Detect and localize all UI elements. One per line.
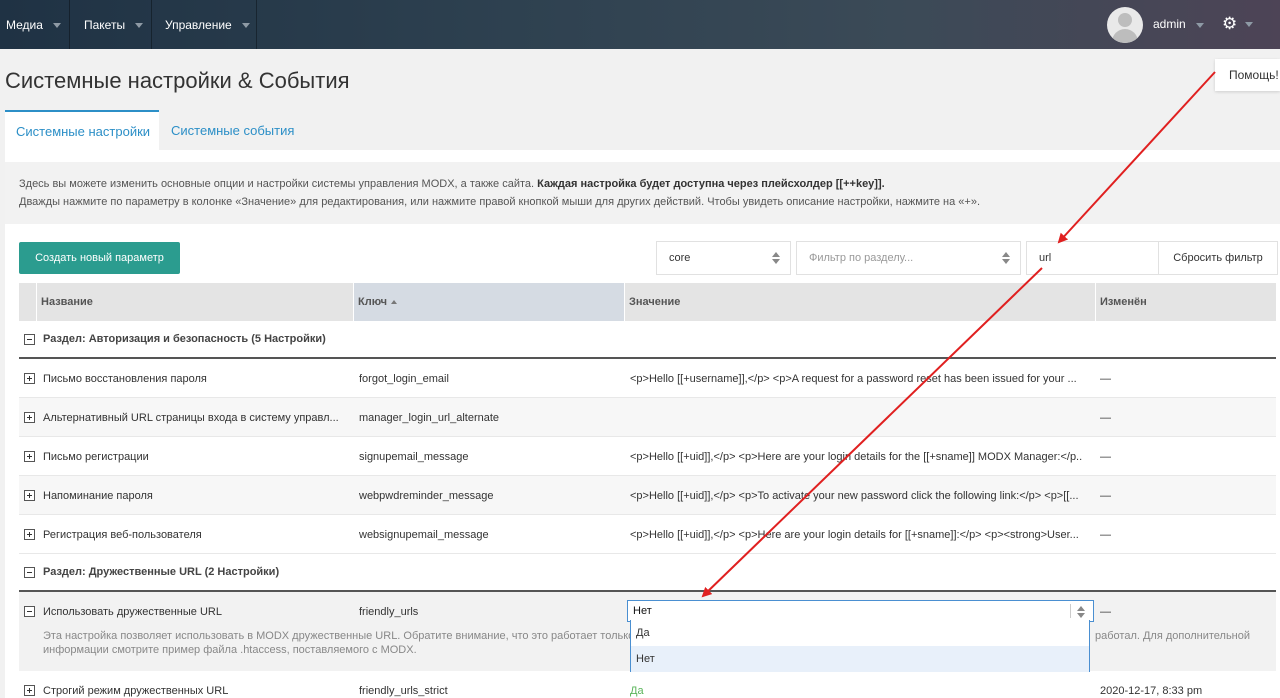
dropdown-option-no[interactable]: Нет [631,646,1089,672]
spinner-icon [1077,606,1085,618]
nav-manage[interactable]: Управление [152,0,257,49]
table-row[interactable]: Письмо восстановления пароля forgot_logi… [19,359,1276,398]
expand-icon[interactable] [24,373,35,384]
column-header-name[interactable]: Название [41,283,93,321]
tab-system-settings[interactable]: Системные настройки [5,110,159,150]
sort-asc-icon [391,300,398,304]
create-setting-button[interactable]: Создать новый параметр [19,242,180,274]
expand-icon[interactable] [24,451,35,462]
column-header-key[interactable]: Ключ [358,283,398,321]
collapse-icon[interactable] [24,566,35,578]
user-name: admin [1153,17,1186,31]
dropdown-option-yes[interactable]: Да [631,620,1089,646]
namespace-filter-value: core [669,252,691,264]
collapse-icon[interactable] [24,606,35,617]
area-filter-placeholder: Фильтр по разделу... [809,252,914,264]
avatar[interactable] [1107,7,1143,43]
nav-manage-label: Управление [165,17,232,32]
page-title: Системные настройки & События [5,68,350,93]
reset-filter-button[interactable]: Сбросить фильтр [1158,241,1278,275]
namespace-filter[interactable]: core [656,241,791,275]
chevron-down-icon [1195,22,1204,28]
spinner-icon [772,252,780,264]
search-input-value: url [1039,252,1052,264]
nav-media-label: Медиа [6,17,43,32]
setting-description-tail: работал. Для дополнительной [1095,630,1251,642]
top-navigation-bar: Медиа Пакеты Управление admin ⚙ [0,0,1280,49]
group-header[interactable]: Раздел: Дружественные URL (2 Настройки) [19,554,1276,592]
value-dropdown: Да Нет [630,620,1090,672]
chevron-down-icon [135,23,144,28]
area-filter[interactable]: Фильтр по разделу... [796,241,1021,275]
expand-icon[interactable] [24,490,35,501]
expand-icon[interactable] [24,412,35,423]
setting-description: Эта настройка позволяет использовать в M… [43,630,635,642]
description-line-1: Здесь вы можете изменить основные опции … [19,178,885,190]
table-row[interactable]: Строгий режим дружественных URL friendly… [19,671,1276,698]
chevron-down-icon [1245,22,1254,27]
chevron-down-icon [241,23,250,28]
table-row[interactable]: Письмо регистрации signupemail_message <… [19,437,1276,476]
settings-menu[interactable]: ⚙ [1222,14,1254,33]
tab-system-events[interactable]: Системные события [171,110,294,150]
table-row[interactable]: Альтернативный URL страницы входа в сист… [19,398,1276,437]
expand-icon[interactable] [24,529,35,540]
setting-description-line2: информации смотрите пример файла .htacce… [43,644,417,656]
description-line-2: Дважды нажмите по параметру в колонке «З… [19,196,981,208]
group-header[interactable]: Раздел: Авторизация и безопасность (5 На… [19,321,1276,359]
nav-media[interactable]: Медиа [0,0,70,49]
spinner-icon [1002,252,1010,264]
nav-packages[interactable]: Пакеты [70,0,152,49]
value-select[interactable]: Нет [627,600,1094,622]
column-header-value[interactable]: Значение [629,283,680,321]
column-header-changed[interactable]: Изменён [1100,283,1147,321]
value-select-current: Нет [633,605,652,617]
chevron-down-icon [52,23,61,28]
help-button[interactable]: Помощь! [1215,59,1280,91]
collapse-icon[interactable] [24,333,35,345]
table-row[interactable]: Напоминание пароля webpwdreminder_messag… [19,476,1276,515]
expand-icon[interactable] [24,685,35,696]
nav-packages-label: Пакеты [84,17,126,32]
search-input[interactable]: url [1026,241,1160,275]
table-row[interactable]: Регистрация веб-пользователя websignupem… [19,515,1276,554]
gear-icon: ⚙ [1222,14,1238,33]
user-menu[interactable]: admin [1153,17,1204,31]
description-box [5,162,1280,224]
